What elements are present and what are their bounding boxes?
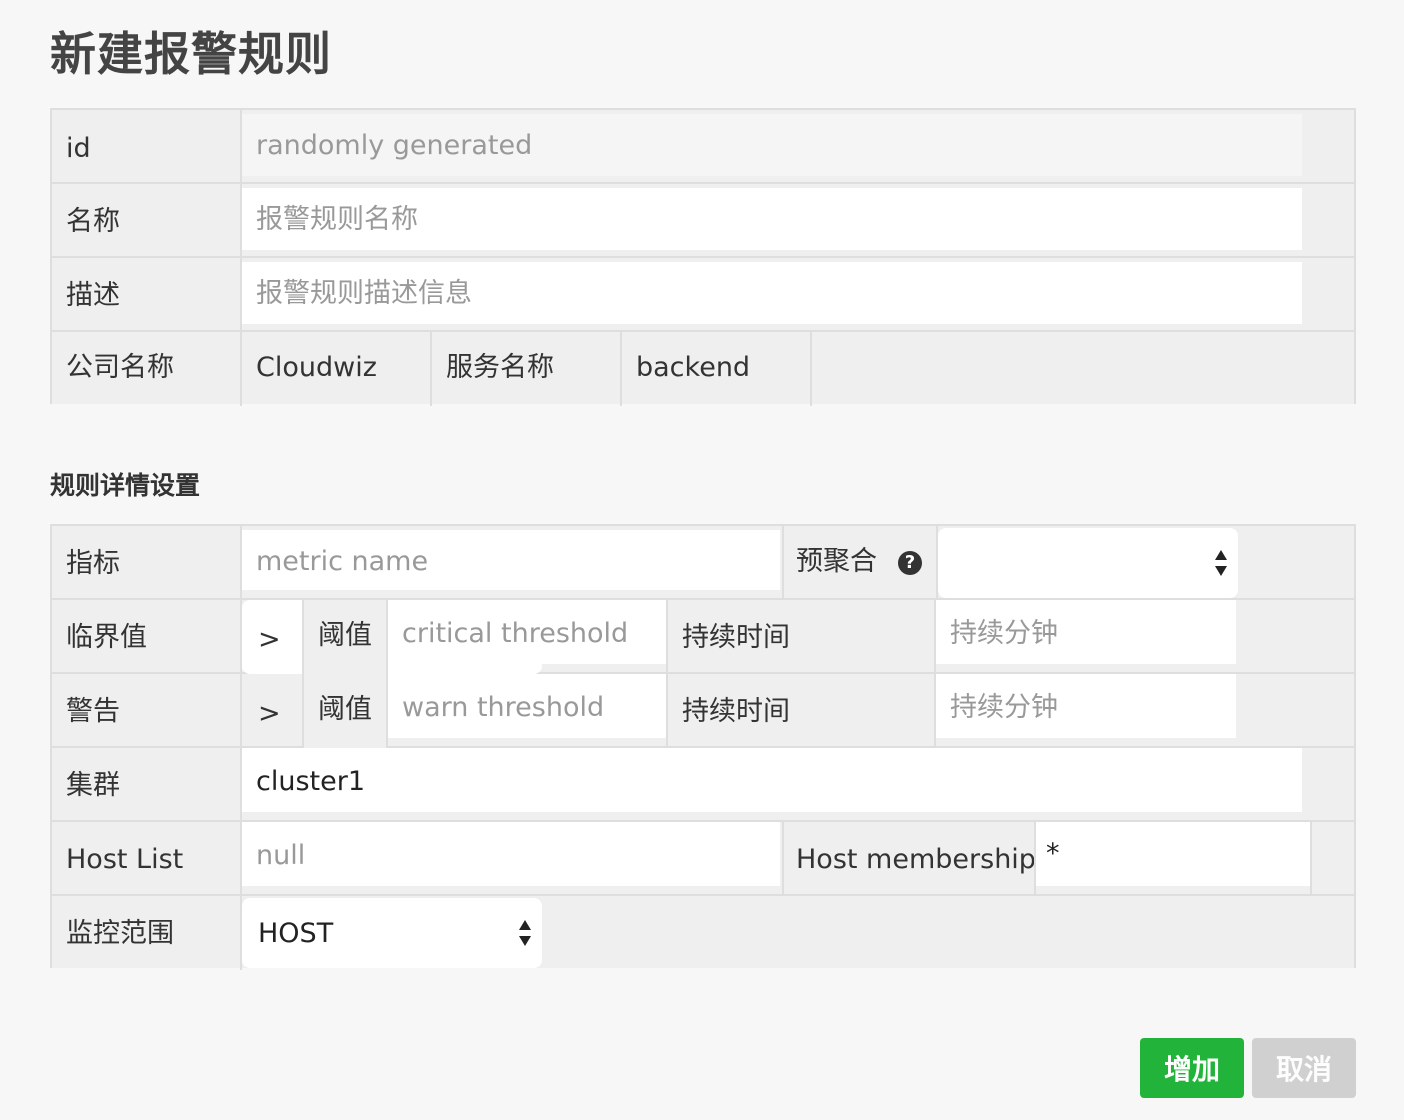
- warn-duration-label: 持续时间: [682, 696, 790, 727]
- warn-operator-select[interactable]: >: [242, 674, 302, 748]
- service-label: 服务名称: [446, 352, 554, 383]
- cluster-input[interactable]: cluster1: [242, 748, 1302, 812]
- select-arrows-icon: [518, 920, 532, 946]
- description-label: 描述: [66, 280, 120, 311]
- hostlist-input[interactable]: null: [242, 822, 780, 886]
- description-input[interactable]: 报警规则描述信息: [242, 262, 1302, 324]
- warn-duration-input[interactable]: 持续分钟: [936, 674, 1236, 738]
- rule-details-table: 指标 metric name 预聚合 ? 临界值 > 阈值 critical t…: [50, 524, 1356, 970]
- name-row: 名称 报警规则名称: [52, 184, 1354, 258]
- warn-label: 警告: [66, 696, 120, 727]
- metric-row: 指标 metric name 预聚合 ?: [52, 526, 1354, 600]
- critical-row: 临界值 > 阈值 critical threshold 持续时间 持续分钟: [52, 600, 1354, 674]
- host-membership-label: Host membership: [796, 844, 1036, 875]
- select-arrows-icon: [1214, 550, 1228, 576]
- company-service-row: 公司名称 Cloudwiz 服务名称 backend: [52, 332, 1354, 406]
- basic-info-table: id randomly generated 名称 报警规则名称 描述 报警规则描…: [50, 108, 1356, 406]
- help-icon[interactable]: ?: [898, 551, 922, 575]
- rule-details-section-title: 规则详情设置: [50, 471, 201, 500]
- critical-duration-input[interactable]: 持续分钟: [936, 600, 1236, 664]
- scope-row: 监控范围 HOST: [52, 896, 1354, 970]
- hostlist-row: Host List null Host membership *: [52, 822, 1354, 896]
- critical-threshold-input[interactable]: critical threshold: [388, 600, 666, 664]
- cluster-label: 集群: [66, 770, 120, 801]
- add-button[interactable]: 增加: [1140, 1038, 1244, 1098]
- service-value: backend: [636, 352, 751, 383]
- warn-row: 警告 > 阈值 warn threshold 持续时间 持续分钟: [52, 674, 1354, 748]
- cluster-row: 集群 cluster1: [52, 748, 1354, 822]
- scope-select[interactable]: HOST: [242, 898, 542, 968]
- company-value: Cloudwiz: [256, 352, 377, 383]
- cancel-button[interactable]: 取消: [1252, 1038, 1356, 1098]
- id-field: randomly generated: [242, 114, 1302, 176]
- hostlist-label: Host List: [66, 844, 184, 875]
- scope-label: 监控范围: [66, 918, 174, 949]
- critical-threshold-addon: 阈值: [302, 600, 388, 674]
- critical-duration-label: 持续时间: [682, 622, 790, 653]
- warn-threshold-addon: 阈值: [302, 674, 388, 748]
- host-membership-input[interactable]: *: [1036, 822, 1310, 886]
- name-input[interactable]: 报警规则名称: [242, 188, 1302, 250]
- warn-threshold-input[interactable]: warn threshold: [388, 674, 666, 738]
- name-label: 名称: [66, 206, 120, 237]
- id-row: id randomly generated: [52, 110, 1354, 184]
- page-title: 新建报警规则: [50, 27, 332, 81]
- metric-input[interactable]: metric name: [242, 530, 780, 590]
- id-label: id: [66, 133, 91, 164]
- description-row: 描述 报警规则描述信息: [52, 258, 1354, 332]
- preaggregation-label: 预聚合: [796, 546, 877, 577]
- critical-label: 临界值: [66, 622, 147, 653]
- metric-label: 指标: [66, 548, 120, 579]
- company-label: 公司名称: [66, 352, 174, 383]
- preaggregation-select[interactable]: [938, 528, 1238, 598]
